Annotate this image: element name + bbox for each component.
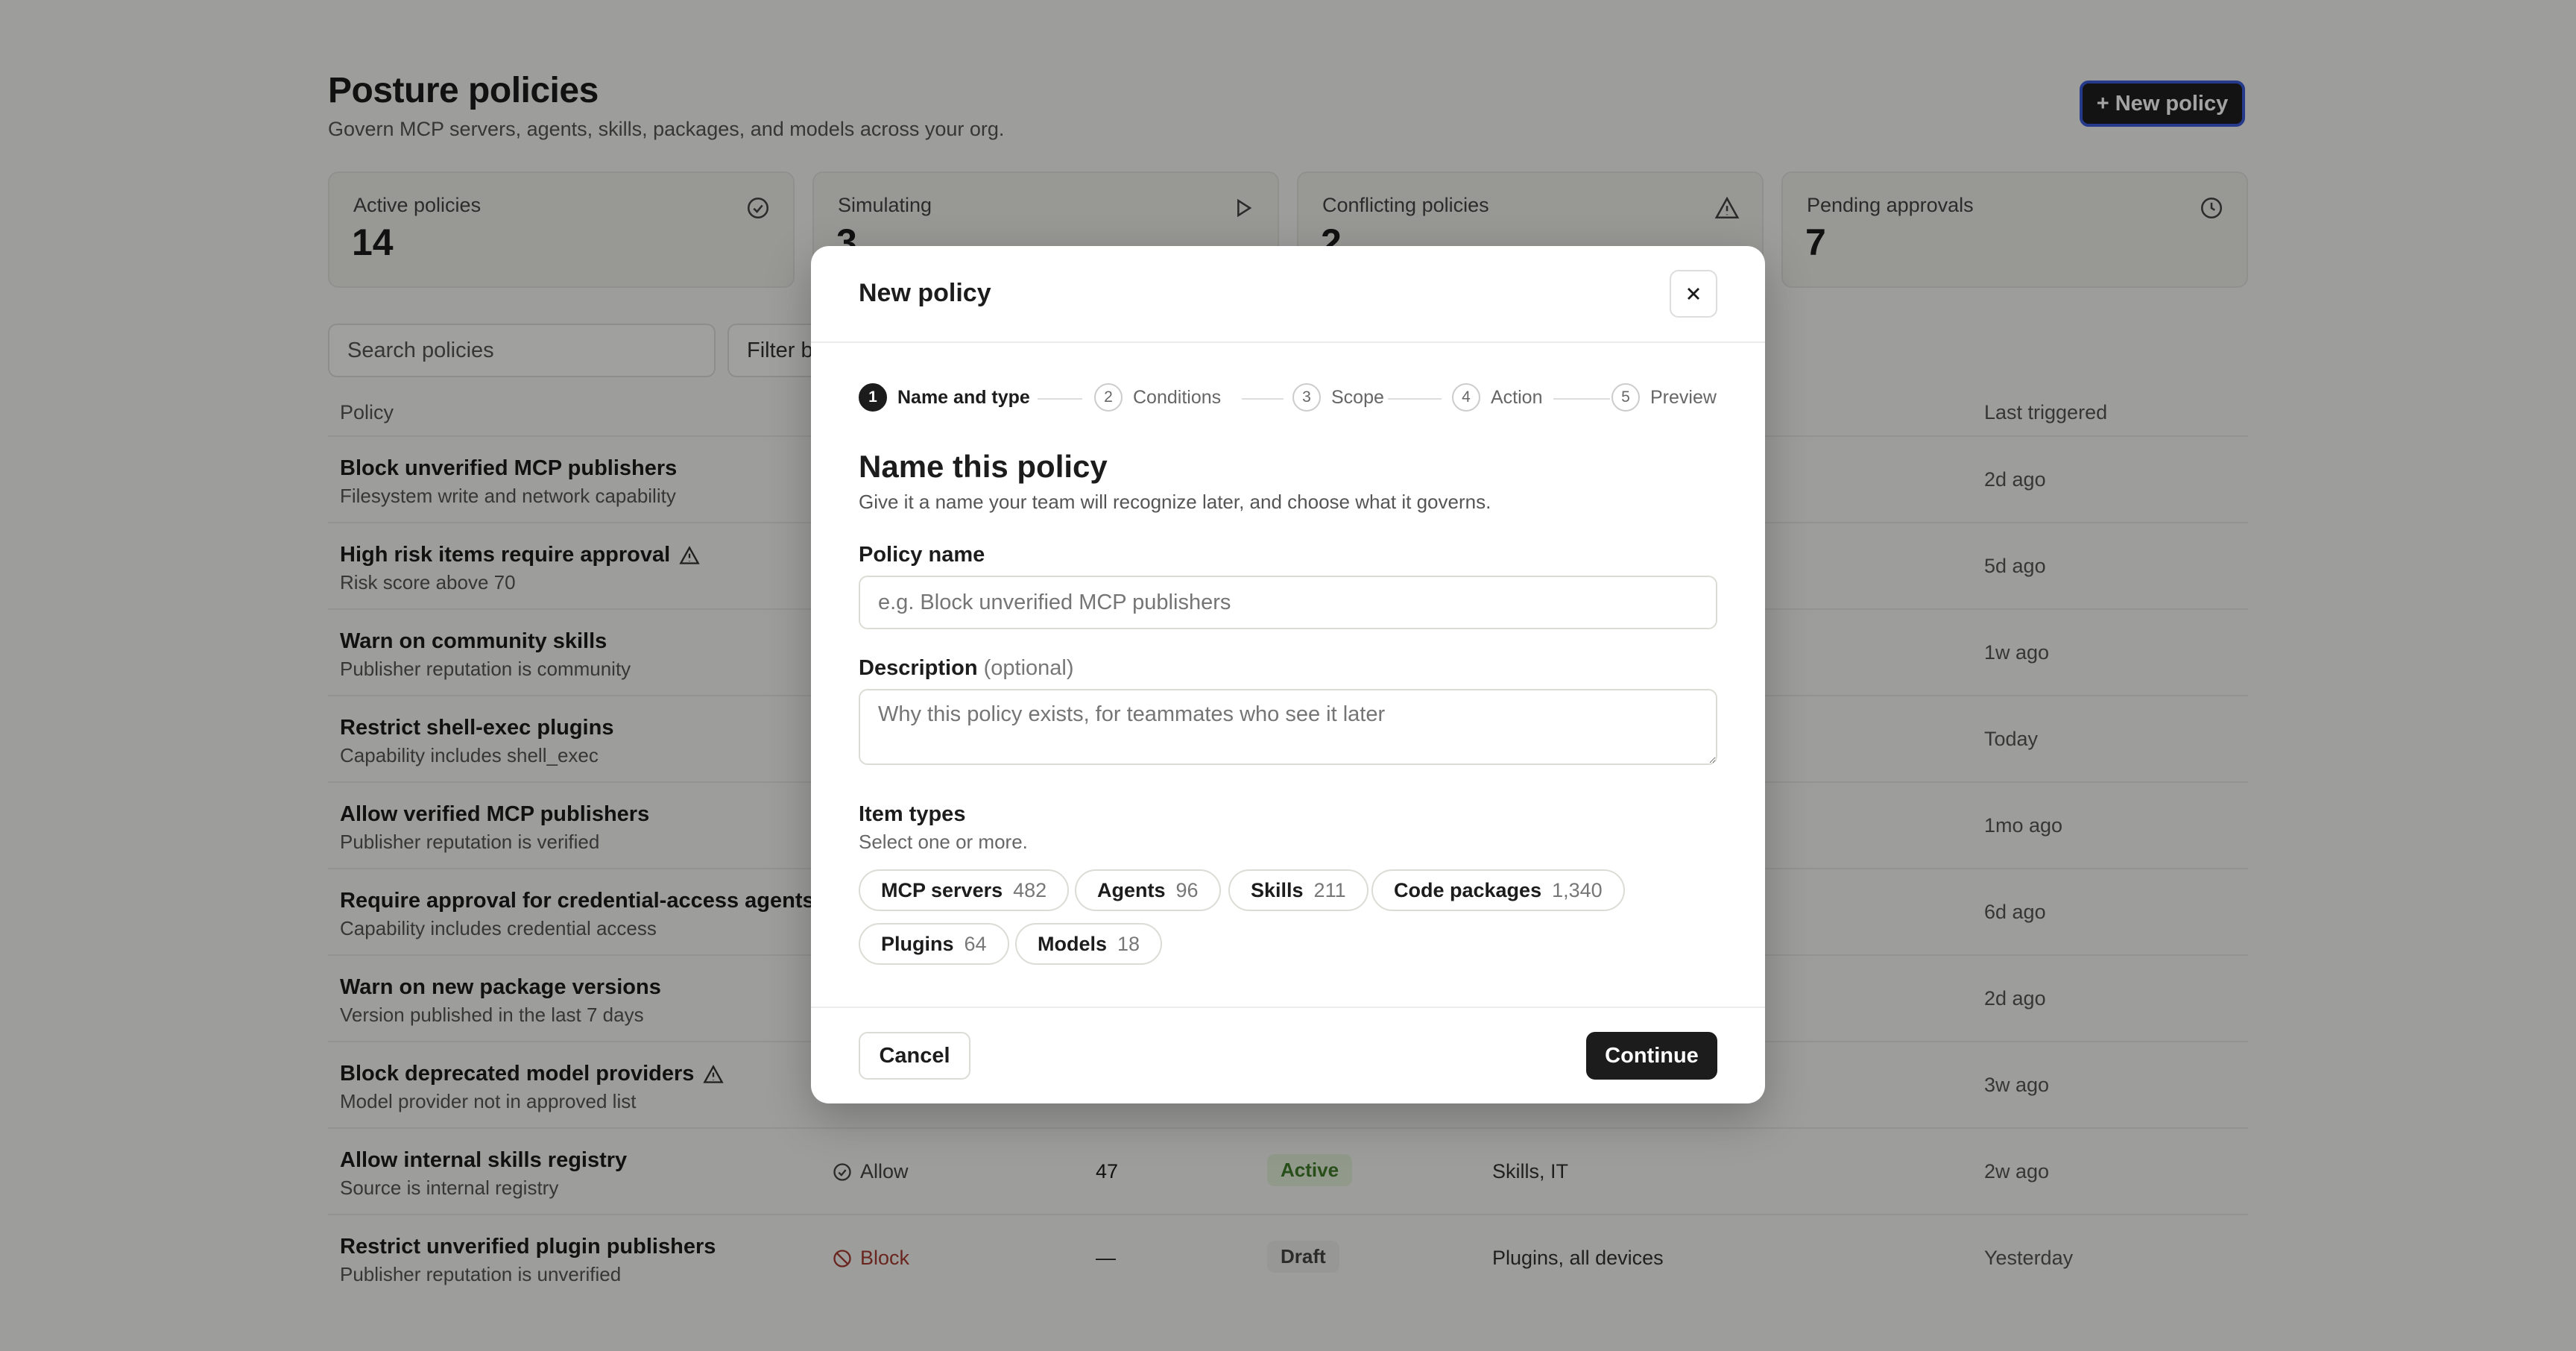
step-preview: 5 Preview — [1611, 383, 1717, 412]
description-textarea[interactable] — [859, 689, 1717, 765]
divider — [811, 341, 1765, 343]
chip-skills[interactable]: Skills 211 — [1228, 869, 1368, 911]
chip-code-packages[interactable]: Code packages 1,340 — [1371, 869, 1625, 911]
item-types-label: Item types — [859, 802, 966, 826]
step-connector — [1242, 398, 1284, 400]
step-label: Scope — [1331, 386, 1384, 408]
step-number: 5 — [1611, 383, 1640, 412]
description-label: Description (optional) — [859, 656, 1074, 680]
policy-name-input[interactable] — [859, 576, 1717, 629]
divider — [811, 1007, 1765, 1008]
step-number: 1 — [859, 383, 887, 412]
cancel-button[interactable]: Cancel — [859, 1032, 970, 1080]
chip-agents[interactable]: Agents 96 — [1075, 869, 1221, 911]
step-connector — [1038, 398, 1082, 400]
step-label: Conditions — [1133, 386, 1222, 408]
item-types-helper: Select one or more. — [859, 831, 1028, 853]
stepper: 1 Name and type 2 Conditions 3 Scope 4 A… — [859, 383, 1717, 416]
close-icon — [1688, 288, 1699, 300]
step-conditions: 2 Conditions — [1094, 383, 1221, 412]
continue-button[interactable]: Continue — [1586, 1032, 1717, 1080]
step-connector — [1553, 398, 1610, 400]
section-title: Name this policy — [859, 449, 1108, 484]
chip-mcp-servers[interactable]: MCP servers 482 — [859, 869, 1070, 911]
section-subtitle: Give it a name your team will recognize … — [859, 491, 1491, 513]
step-connector — [1388, 398, 1442, 400]
step-name-and-type: 1 Name and type — [859, 383, 1030, 412]
step-label: Name and type — [897, 386, 1030, 408]
dialog-title: New policy — [859, 279, 991, 307]
step-number: 4 — [1452, 383, 1480, 412]
chip-models[interactable]: Models 18 — [1015, 923, 1163, 965]
chip-plugins[interactable]: Plugins 64 — [859, 923, 1009, 965]
step-label: Preview — [1650, 386, 1717, 408]
step-number: 3 — [1292, 383, 1321, 412]
step-number: 2 — [1094, 383, 1123, 412]
close-button[interactable] — [1670, 270, 1717, 318]
step-scope: 3 Scope — [1292, 383, 1384, 412]
policy-name-label: Policy name — [859, 543, 985, 567]
step-label: Action — [1491, 386, 1543, 408]
step-action: 4 Action — [1452, 383, 1542, 412]
new-policy-dialog: New policy 1 Name and type 2 Conditions … — [811, 246, 1765, 1103]
